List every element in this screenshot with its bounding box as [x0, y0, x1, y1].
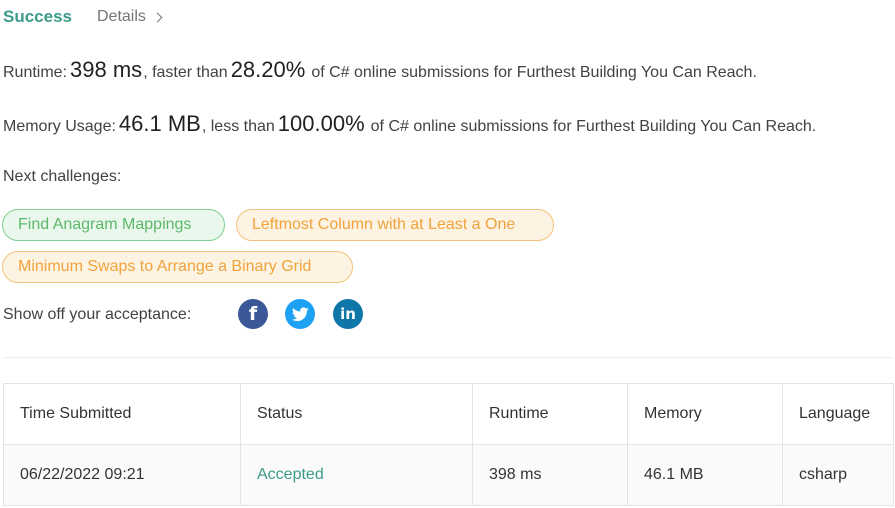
- cell-language: csharp: [782, 444, 894, 506]
- section-divider: [3, 357, 893, 358]
- challenge-pill-find-anagram-mappings[interactable]: Find Anagram Mappings: [2, 209, 225, 241]
- details-label: Details: [97, 8, 146, 25]
- table-header-row: Time Submitted Status Runtime Memory Lan…: [3, 383, 894, 445]
- twitter-icon[interactable]: [285, 299, 315, 329]
- runtime-comparison: , faster than: [143, 64, 228, 81]
- share-label: Show off your acceptance:: [3, 306, 192, 323]
- runtime-suffix: of C# online submissions for Furthest Bu…: [311, 64, 757, 81]
- facebook-icon[interactable]: f: [238, 299, 268, 329]
- result-header: Success Details: [3, 5, 163, 29]
- cell-time: 06/22/2022 09:21: [3, 444, 241, 506]
- next-challenges-label: Next challenges:: [3, 168, 122, 185]
- chevron-right-icon: [152, 12, 163, 22]
- runtime-label: Runtime:: [3, 64, 68, 81]
- cell-status: Accepted: [240, 444, 473, 506]
- twitter-bird-glyph: [291, 306, 309, 321]
- table-row: 06/22/2022 09:21 Accepted 398 ms 46.1 MB…: [3, 444, 894, 506]
- cell-runtime: 398 ms: [472, 444, 628, 506]
- cell-memory: 46.1 MB: [627, 444, 783, 506]
- success-label: Success: [3, 7, 72, 26]
- challenge-pill-leftmost-column[interactable]: Leftmost Column with at Least a One: [236, 209, 554, 241]
- runtime-stat: Runtime: 398 ms , faster than 28.20% of …: [3, 57, 757, 83]
- memory-suffix: of C# online submissions for Furthest Bu…: [370, 118, 817, 135]
- runtime-value: 398 ms: [70, 57, 143, 82]
- memory-stat: Memory Usage: 46.1 MB , less than 100.00…: [3, 111, 816, 137]
- runtime-percent: 28.20%: [230, 57, 306, 82]
- column-header-time: Time Submitted: [3, 383, 241, 445]
- column-header-runtime: Runtime: [472, 383, 628, 445]
- challenge-pill-minimum-swaps[interactable]: Minimum Swaps to Arrange a Binary Grid: [2, 251, 353, 283]
- submission-result-page: Success Details Runtime: 398 ms , faster…: [0, 0, 895, 508]
- column-header-status: Status: [240, 383, 473, 445]
- linkedin-icon[interactable]: in: [333, 299, 363, 329]
- memory-value: 46.1 MB: [118, 111, 201, 136]
- column-header-language: Language: [782, 383, 894, 445]
- details-link[interactable]: Details: [97, 8, 163, 26]
- column-header-memory: Memory: [627, 383, 783, 445]
- memory-percent: 100.00%: [277, 111, 365, 136]
- memory-comparison: , less than: [201, 118, 275, 135]
- memory-label: Memory Usage:: [3, 118, 116, 135]
- accepted-status-link[interactable]: Accepted: [257, 466, 324, 483]
- submissions-table: Time Submitted Status Runtime Memory Lan…: [3, 383, 894, 506]
